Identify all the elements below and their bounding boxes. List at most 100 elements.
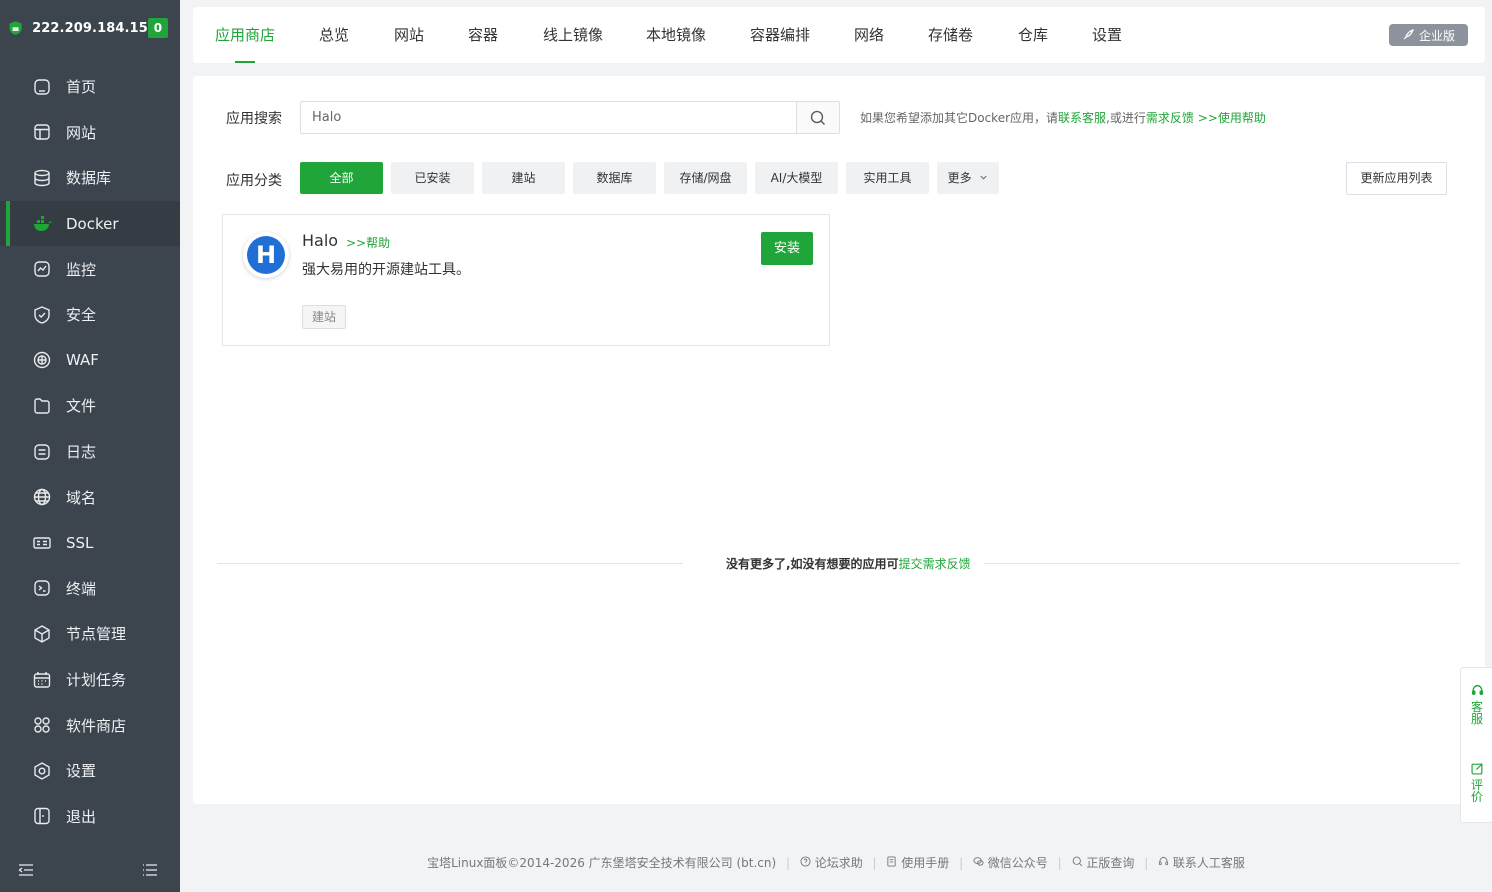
search-box [300,101,840,134]
category-website[interactable]: 建站 [482,162,565,194]
folder-icon [32,396,52,416]
sidebar-item-label: 日志 [66,443,97,462]
server-ip: 222.209.184.15 [32,20,148,36]
footer-link-support[interactable]: 联系人工客服 [1158,856,1245,870]
sidebar-item-label: 首页 [66,78,97,97]
headset-icon [1471,684,1483,695]
sidebar-item-label: 计划任务 [66,671,127,690]
customer-service-label: 客服 [1471,700,1484,726]
contact-support-link[interactable]: 联系客服 [1058,111,1106,125]
app-help-link[interactable]: >>帮助 [346,234,390,251]
book-icon [887,856,897,867]
sidebar-item-nodes[interactable]: 节点管理 [0,611,180,657]
settings-icon [32,761,52,781]
footer-link-verify[interactable]: 正版查询 [1072,856,1139,870]
sidebar-item-logout[interactable]: 退出 [0,794,180,840]
customer-service-button[interactable]: 客服 [1461,684,1492,725]
home-icon [32,77,52,97]
tab-compose[interactable]: 容器编排 [750,7,810,63]
sidebar-header: 222.209.184.15 0 [0,0,180,56]
sidebar-item-domain[interactable]: 域名 [0,474,180,520]
sidebar-footer [18,862,158,878]
category-more-dropdown[interactable]: 更多 [937,162,999,194]
category-storage[interactable]: 存储/网盘 [664,162,747,194]
message-count-badge[interactable]: 0 [147,18,168,38]
sidebar-item-ssl[interactable]: SSL [0,520,180,566]
sidebar-item-label: SSL [66,533,94,552]
sidebar-item-monitor[interactable]: 监控 [0,246,180,292]
website-icon [32,122,52,142]
sidebar-item-database[interactable]: 数据库 [0,155,180,201]
app-name: Halo [302,231,339,250]
sidebar-item-label: 终端 [66,579,97,598]
sidebar-item-label: 网站 [66,123,97,142]
tab-website[interactable]: 网站 [394,7,424,63]
category-database[interactable]: 数据库 [573,162,656,194]
category-ai[interactable]: AI/大模型 [755,162,838,194]
footer-separator: | [1144,856,1149,870]
sidebar-item-home[interactable]: 首页 [0,64,180,110]
divider-left [217,563,683,564]
tab-volume[interactable]: 存储卷 [928,7,973,63]
rate-button[interactable]: 评价 [1461,762,1492,803]
refresh-app-list-button[interactable]: 更新应用列表 [1346,162,1447,195]
cube-icon [32,624,52,644]
sidebar-item-label: 数据库 [66,169,112,188]
search-icon [810,110,825,125]
category-all[interactable]: 全部 [300,162,383,194]
log-icon [32,442,52,462]
sidebar-item-waf[interactable]: WAF [0,338,180,384]
sidebar-item-security[interactable]: 安全 [0,292,180,338]
sidebar-item-label: 域名 [66,488,97,507]
search-button[interactable] [796,102,839,133]
sidebar-item-logs[interactable]: 日志 [0,429,180,475]
sidebar-item-label: 节点管理 [66,625,127,644]
tab-app-store[interactable]: 应用商店 [215,7,275,63]
tab-registry[interactable]: 仓库 [1018,7,1048,63]
submit-request-link[interactable]: 提交需求反馈 [899,557,971,571]
hint-text-mid: ,或进行 [1106,111,1146,125]
sidebar-item-terminal[interactable]: 终端 [0,566,180,612]
database-icon [32,168,52,188]
sidebar-item-label: 软件商店 [66,716,127,735]
sidebar-item-settings[interactable]: 设置 [0,748,180,794]
app-search-input[interactable] [301,102,796,133]
category-label: 应用分类 [226,173,282,189]
sidebar-item-files[interactable]: 文件 [0,383,180,429]
collapse-sidebar-icon[interactable] [18,862,34,878]
footer-link-forum[interactable]: 论坛求助 [800,856,867,870]
sidebar-item-website[interactable]: 网站 [0,110,180,156]
tab-online-image[interactable]: 线上镜像 [543,7,603,63]
headset-icon [1158,856,1169,866]
enterprise-button[interactable]: 企业版 [1389,24,1468,46]
question-circle-icon [800,856,811,867]
usage-help-link[interactable]: >>使用帮助 [1198,111,1266,125]
tab-settings[interactable]: 设置 [1092,7,1122,63]
sidebar-item-docker[interactable]: Docker [0,200,180,247]
search-icon [1072,856,1082,867]
sidebar-item-label: Docker [66,214,119,233]
sidebar-item-store[interactable]: 软件商店 [0,702,180,748]
footer-separator: | [872,856,877,870]
menu-list-icon[interactable] [142,862,158,878]
category-installed[interactable]: 已安装 [391,162,474,194]
app-description: 强大易用的开源建站工具。 [302,262,470,278]
app-tag: 建站 [302,305,347,329]
docker-icon [32,214,52,234]
tab-container[interactable]: 容器 [468,7,498,63]
footer-link-wechat[interactable]: 微信公众号 [973,856,1052,870]
sidebar-item-label: 安全 [66,306,97,325]
tab-network[interactable]: 网络 [854,7,884,63]
install-button[interactable]: 安装 [761,232,813,265]
terminal-icon [32,578,52,598]
tab-local-image[interactable]: 本地镜像 [646,7,706,63]
feedback-link[interactable]: 需求反馈 [1146,111,1194,125]
category-more-label: 更多 [947,171,972,185]
sidebar-item-cron[interactable]: 计划任务 [0,657,180,703]
footer-link-manual[interactable]: 使用手册 [886,856,953,870]
divider-right [984,563,1460,564]
category-tools[interactable]: 实用工具 [846,162,929,194]
tab-overview[interactable]: 总览 [319,7,349,63]
footer-link-label: 微信公众号 [987,856,1048,870]
sidebar-item-label: 文件 [66,397,97,416]
